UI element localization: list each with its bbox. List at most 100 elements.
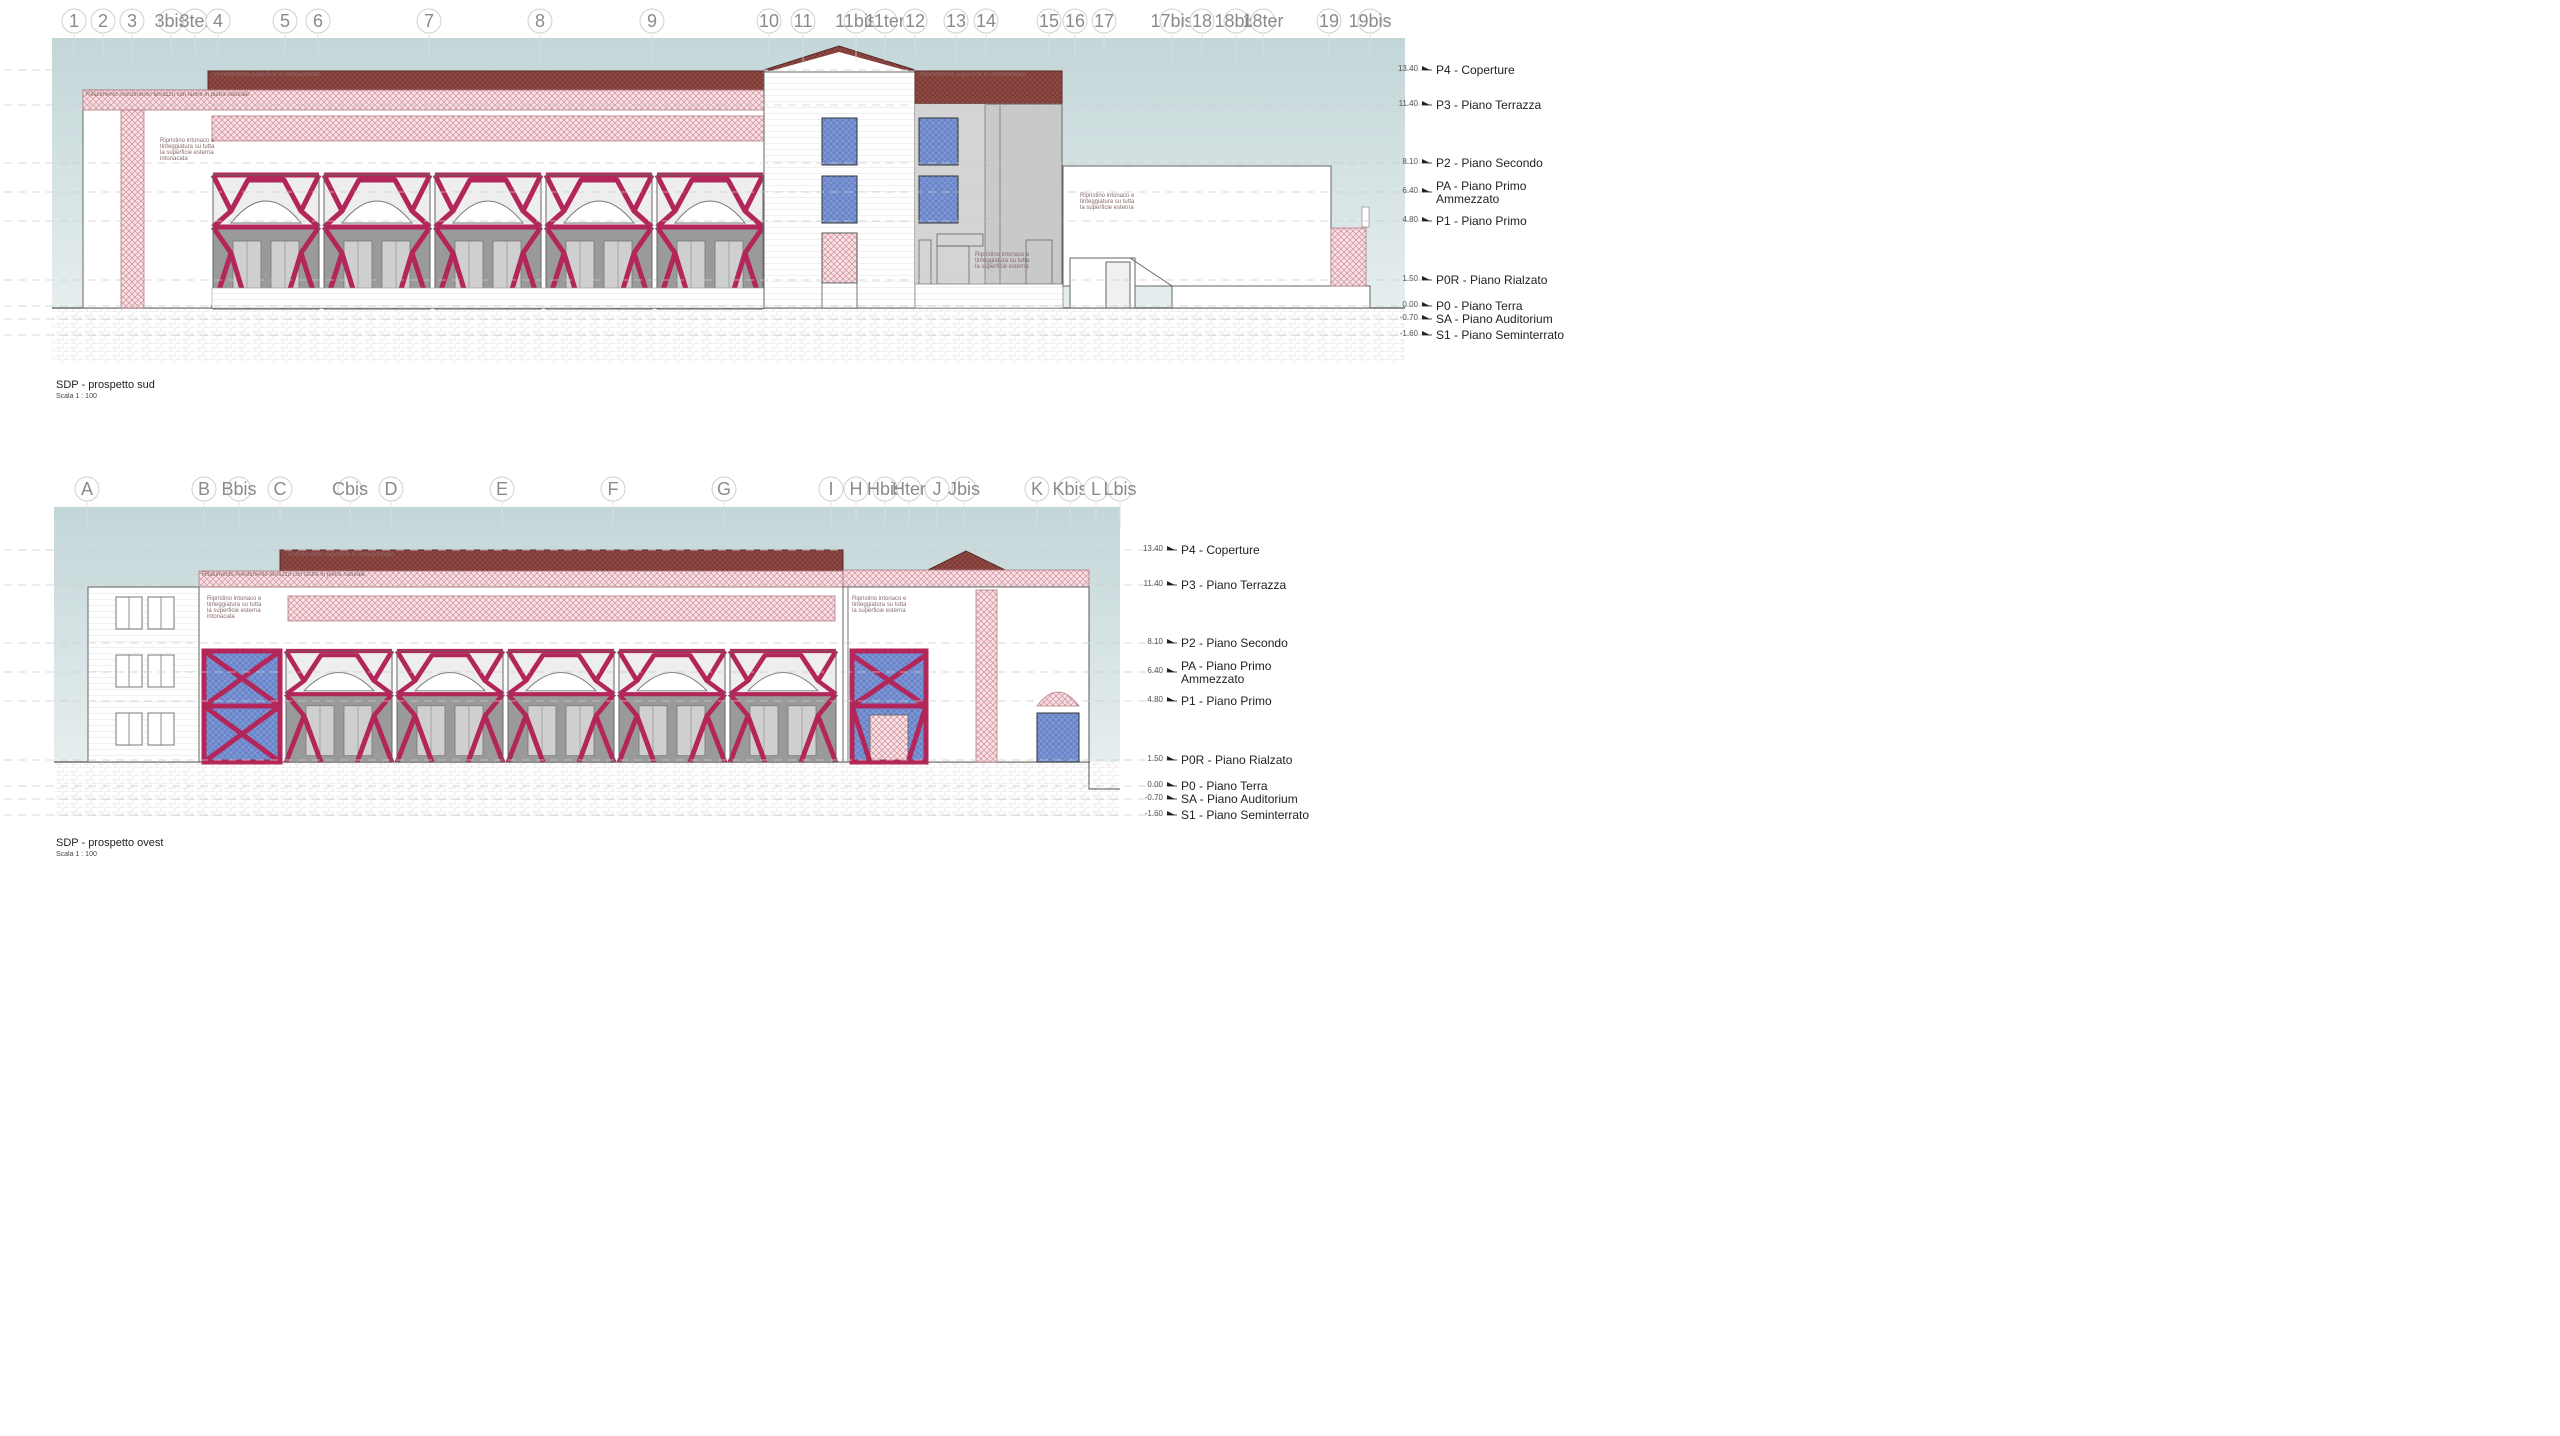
grid-label: 6 xyxy=(313,11,323,31)
level-tag: 13.40 P4 - Coperture xyxy=(1398,63,1515,77)
south-pilaster-hatch xyxy=(120,109,145,309)
svg-text:Rivestimento superficie in int: Rivestimento superficie in intonachinato xyxy=(215,72,321,78)
grid-label: Cbis xyxy=(332,479,368,499)
south-upper-hatch-band xyxy=(211,115,765,142)
grid-label: 17 xyxy=(1094,11,1114,31)
grid-label: L xyxy=(1091,479,1101,499)
level-tag: 8.10 P2 - Piano Secondo xyxy=(1147,636,1288,650)
level-name: P1 - Piano Primo xyxy=(1436,214,1527,228)
level-elevation: 0.00 xyxy=(1147,780,1163,789)
level-elevation: 11.40 xyxy=(1144,579,1164,588)
grid-label: A xyxy=(81,479,93,499)
svg-text:la superficie esterna: la superficie esterna xyxy=(975,264,1029,270)
grid-label: 4 xyxy=(213,11,223,31)
svg-text:intonacata: intonacata xyxy=(160,156,188,162)
west-ground xyxy=(54,762,1120,816)
svg-text:Rifacimento rivestimento terra: Rifacimento rivestimento terrazzo con la… xyxy=(202,572,366,578)
level-tag: 6.40 PA - Piano PrimoAmmezzato xyxy=(1402,179,1526,206)
west-view-scale: Scala 1 : 100 xyxy=(56,851,97,858)
level-elevation: -0.70 xyxy=(1145,793,1164,802)
level-elevation: 8.10 xyxy=(1147,637,1163,646)
west-arcade xyxy=(286,651,836,762)
level-tag: 11.40 P3 - Piano Terrazza xyxy=(1144,578,1287,592)
level-name: P3 - Piano Terrazza xyxy=(1181,578,1286,592)
level-elevation: 11.40 xyxy=(1399,99,1419,108)
level-tag: -1.60 S1 - Piano Seminterrato xyxy=(1145,808,1310,822)
grid-label: Jbis xyxy=(948,479,980,499)
level-elevation: 6.40 xyxy=(1147,666,1163,675)
south-view-title: SDP - prospetto sud xyxy=(56,379,155,391)
level-name: PA - Piano Primo xyxy=(1436,179,1527,193)
level-tag: 8.10 P2 - Piano Secondo xyxy=(1402,156,1543,170)
grid-label: 11 xyxy=(794,11,813,31)
west-elevation: Rivestimento superficie in intonachinato… xyxy=(4,507,1175,816)
level-tag: 6.40 PA - Piano PrimoAmmezzato xyxy=(1147,659,1271,686)
level-name: S1 - Piano Seminterrato xyxy=(1436,328,1564,342)
grid-label: C xyxy=(274,479,287,499)
grid-label: K xyxy=(1031,479,1043,499)
svg-text:intonacata: intonacata xyxy=(207,614,235,620)
south-right-block: Rivestimento superficie in intonachinato… xyxy=(914,70,1064,309)
grid-label: 9 xyxy=(647,11,657,31)
level-elevation: 13.40 xyxy=(1398,64,1419,73)
grid-label: 17bis xyxy=(1150,11,1193,31)
level-name: P0 - Piano Terra xyxy=(1181,779,1268,793)
level-name-line2: Ammezzato xyxy=(1436,192,1500,206)
grid-label: Hter xyxy=(892,479,926,499)
south-view-scale: Scala 1 : 100 xyxy=(56,393,97,400)
level-tag: 0.00 P0 - Piano Terra xyxy=(1147,779,1267,793)
south-east-annex: Ripristino intonaco e tinteggiatura su t… xyxy=(1062,165,1371,309)
grid-label: 10 xyxy=(759,11,779,31)
level-name: SA - Piano Auditorium xyxy=(1436,312,1553,326)
level-elevation: 13.40 xyxy=(1143,544,1164,553)
level-elevation: -0.70 xyxy=(1400,313,1419,322)
grid-label: I xyxy=(828,479,833,499)
grid-label: 16 xyxy=(1065,11,1085,31)
level-name: P0R - Piano Rialzato xyxy=(1436,273,1548,287)
level-tag: -0.70 SA - Piano Auditorium xyxy=(1400,312,1553,326)
level-tag: -1.60 S1 - Piano Seminterrato xyxy=(1400,328,1565,342)
grid-label: 13 xyxy=(946,11,966,31)
level-elevation: 8.10 xyxy=(1402,157,1418,166)
grid-label: H xyxy=(850,479,863,499)
level-elevation: 1.50 xyxy=(1402,274,1418,283)
grid-label: 5 xyxy=(280,11,290,31)
level-tag: 13.40 P4 - Coperture xyxy=(1143,543,1260,557)
level-name: P3 - Piano Terrazza xyxy=(1436,98,1541,112)
grid-label: Bbis xyxy=(221,479,256,499)
level-elevation: 1.50 xyxy=(1147,754,1163,763)
grid-label: 15 xyxy=(1039,11,1059,31)
level-elevation: 4.80 xyxy=(1402,215,1418,224)
grid-label: J xyxy=(933,479,942,499)
grid-label: 2 xyxy=(98,11,108,31)
level-name-line2: Ammezzato xyxy=(1181,672,1245,686)
level-name: P0 - Piano Terra xyxy=(1436,299,1523,313)
south-ground xyxy=(52,308,1405,362)
south-central-tower xyxy=(763,45,916,309)
level-name: SA - Piano Auditorium xyxy=(1181,792,1298,806)
grid-label: Lbis xyxy=(1103,479,1136,499)
level-name: P2 - Piano Secondo xyxy=(1436,156,1543,170)
grid-label: D xyxy=(385,479,398,499)
west-right-section: Ripristino intonaco e tinteggiatura su t… xyxy=(842,550,1120,790)
grid-label: 12 xyxy=(905,11,925,31)
level-elevation: 0.00 xyxy=(1402,300,1418,309)
level-tag: 1.50 P0R - Piano Rialzato xyxy=(1402,273,1547,287)
svg-text:Rifacimento rivestimento terra: Rifacimento rivestimento terrazzo con la… xyxy=(86,92,250,98)
grid-label: 1 xyxy=(69,11,79,31)
level-name: PA - Piano Primo xyxy=(1181,659,1272,673)
grid-label: Kbis xyxy=(1052,479,1087,499)
south-level-tags: 13.40 P4 - Coperture 11.40 P3 - Piano Terra… xyxy=(1398,63,1564,342)
level-elevation: 6.40 xyxy=(1402,186,1418,195)
level-name: P4 - Coperture xyxy=(1181,543,1260,557)
west-left-annex xyxy=(87,586,200,763)
level-tag: -0.70 SA - Piano Auditorium xyxy=(1145,792,1298,806)
grid-label: 3 xyxy=(127,11,137,31)
grid-label: 18ter xyxy=(1242,11,1283,31)
grid-label: G xyxy=(717,479,731,499)
level-name: P2 - Piano Secondo xyxy=(1181,636,1288,650)
grid-label: E xyxy=(496,479,508,499)
grid-label: 7 xyxy=(424,11,434,31)
grid-label: 8 xyxy=(535,11,545,31)
level-name: P0R - Piano Rialzato xyxy=(1181,753,1293,767)
